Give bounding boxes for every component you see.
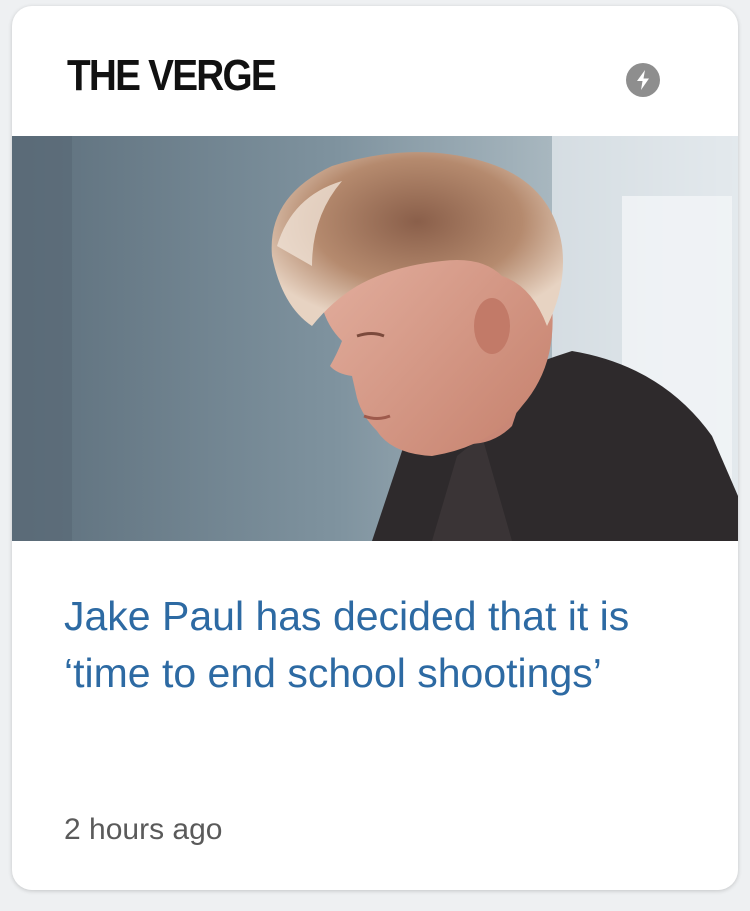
lightning-bolt-icon — [626, 63, 660, 97]
article-image[interactable] — [12, 136, 738, 541]
card-header: THE VERGE — [12, 6, 738, 136]
article-headline[interactable]: Jake Paul has decided that it is ‘time t… — [64, 588, 684, 702]
timestamp: 2 hours ago — [64, 813, 223, 846]
news-card[interactable]: THE VERGE Jake Paul has decided that it … — [12, 6, 738, 890]
publisher-logo: THE VERGE — [67, 51, 277, 100]
